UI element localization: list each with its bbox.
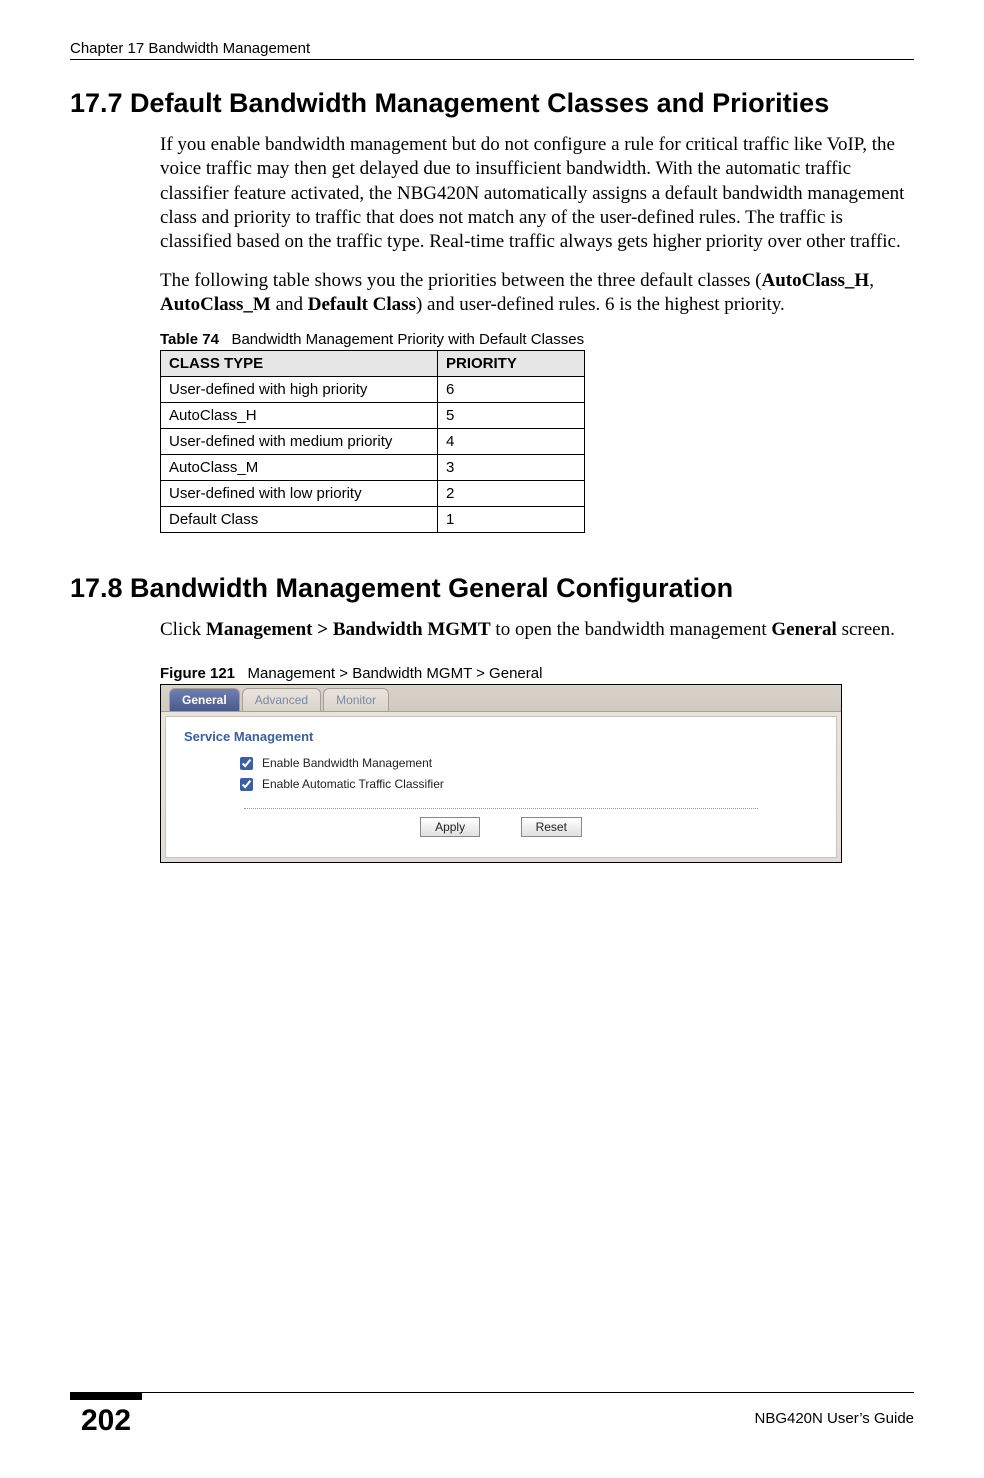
table-cell: User-defined with low priority (161, 481, 438, 507)
tab-monitor[interactable]: Monitor (323, 688, 389, 711)
caption-text: Bandwidth Management Priority with Defau… (231, 331, 584, 348)
checkbox-label: Enable Bandwidth Management (262, 756, 432, 770)
text: The following table shows you the priori… (160, 270, 762, 291)
table-cell: 2 (438, 481, 585, 507)
table-cell: AutoClass_H (161, 403, 438, 429)
text-bold: Default Class (308, 294, 416, 315)
table-row: AutoClass_H5 (161, 403, 585, 429)
divider (244, 808, 758, 809)
text-bold: AutoClass_H (762, 270, 870, 291)
section-17-8-heading: 17.8 Bandwidth Management General Config… (70, 573, 914, 604)
table-row: Default Class1 (161, 507, 585, 533)
reset-button[interactable]: Reset (521, 817, 582, 837)
table-row: AutoClass_M3 (161, 455, 585, 481)
text-bold: AutoClass_M (160, 294, 271, 315)
body-paragraph: Click Management > Bandwidth MGMT to ope… (160, 618, 914, 642)
enable-bwm-checkbox[interactable] (240, 757, 253, 770)
checkbox-label: Enable Automatic Traffic Classifier (262, 777, 444, 791)
tab-advanced[interactable]: Advanced (242, 688, 321, 711)
caption-label: Table 74 (160, 331, 219, 348)
table-header-priority: PRIORITY (438, 351, 585, 377)
text-bold: Management > Bandwidth MGMT (206, 619, 491, 640)
table-row: User-defined with high priority6 (161, 377, 585, 403)
text: and (271, 294, 308, 315)
table-cell: User-defined with high priority (161, 377, 438, 403)
table-header-class-type: CLASS TYPE (161, 351, 438, 377)
table-row: User-defined with low priority2 (161, 481, 585, 507)
page-number: 202 (77, 1404, 135, 1437)
tab-general[interactable]: General (169, 688, 240, 711)
apply-button[interactable]: Apply (420, 817, 480, 837)
priority-table: CLASS TYPE PRIORITY User-defined with hi… (160, 350, 585, 533)
body-paragraph: If you enable bandwidth management but d… (160, 133, 914, 255)
table-cell: AutoClass_M (161, 455, 438, 481)
text: , (869, 270, 874, 291)
caption-label: Figure 121 (160, 665, 235, 682)
table-cell: 4 (438, 429, 585, 455)
table-74-caption: Table 74 Bandwidth Management Priority w… (160, 331, 914, 348)
figure-121-caption: Figure 121 Management > Bandwidth MGMT >… (160, 665, 914, 682)
page-number-box: 202 (70, 1392, 142, 1438)
guide-name: NBG420N User’s Guide (754, 1410, 914, 1427)
table-row: User-defined with medium priority4 (161, 429, 585, 455)
figure-121-screenshot: General Advanced Monitor Service Managem… (160, 684, 842, 863)
table-cell: Default Class (161, 507, 438, 533)
checkbox-row-enable-bwm: Enable Bandwidth Management (236, 754, 818, 773)
text: to open the bandwidth management (491, 619, 772, 640)
text-bold: General (771, 619, 836, 640)
table-cell: 1 (438, 507, 585, 533)
text: ) and user-defined rules. 6 is the highe… (416, 294, 785, 315)
chapter-header: Chapter 17 Bandwidth Management (70, 40, 914, 57)
table-cell: 6 (438, 377, 585, 403)
table-cell: User-defined with medium priority (161, 429, 438, 455)
text: screen. (837, 619, 895, 640)
table-cell: 5 (438, 403, 585, 429)
table-cell: 3 (438, 455, 585, 481)
enable-classifier-checkbox[interactable] (240, 778, 253, 791)
section-17-7-heading: 17.7 Default Bandwidth Management Classe… (70, 88, 914, 119)
body-paragraph: The following table shows you the priori… (160, 269, 914, 318)
tab-bar: General Advanced Monitor (161, 685, 841, 712)
service-management-label: Service Management (184, 729, 818, 744)
checkbox-row-enable-classifier: Enable Automatic Traffic Classifier (236, 775, 818, 794)
caption-text: Management > Bandwidth MGMT > General (248, 665, 543, 682)
text: Click (160, 619, 206, 640)
